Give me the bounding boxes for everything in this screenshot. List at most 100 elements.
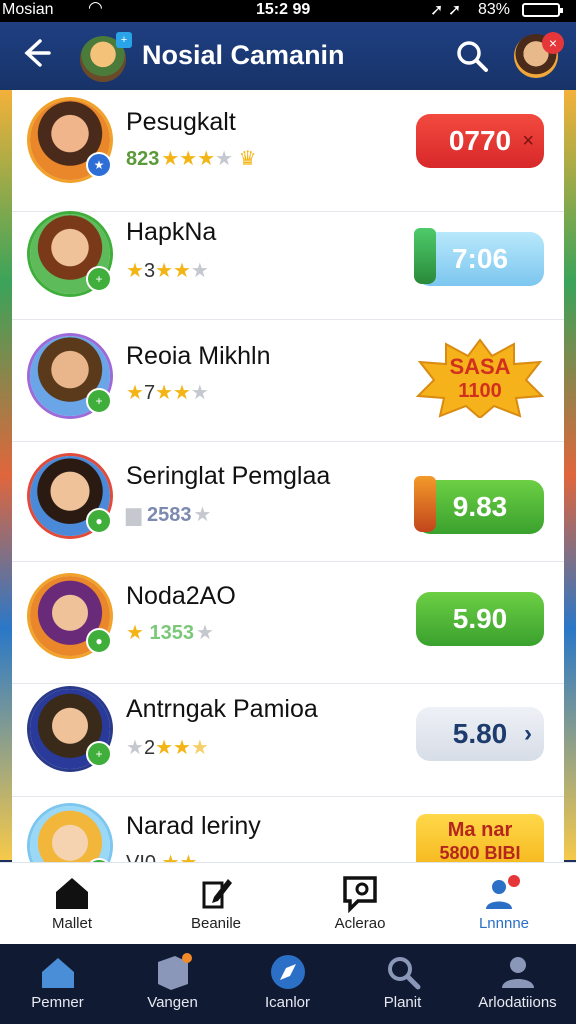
player-avatar[interactable]: + bbox=[30, 689, 112, 769]
player-rating: ★ 1353 ★ bbox=[126, 620, 214, 645]
search-icon[interactable] bbox=[454, 38, 490, 74]
location-icon: ➚ ➚ bbox=[430, 2, 462, 19]
house-icon bbox=[42, 958, 74, 988]
score-value: 5.80 bbox=[452, 718, 508, 749]
score-button[interactable]: 0770 × bbox=[416, 114, 544, 168]
timer-button[interactable]: 7:06 bbox=[414, 228, 544, 286]
star-half-icon: ★ bbox=[190, 737, 209, 759]
tab-home[interactable]: Mallet bbox=[0, 863, 144, 945]
back-arrow-icon[interactable] bbox=[18, 36, 58, 76]
battery-percent: 83% bbox=[478, 1, 511, 18]
star-icon: ★ bbox=[126, 622, 144, 644]
status-dot-icon: ● bbox=[86, 508, 112, 534]
search-icon bbox=[388, 957, 421, 990]
group-tag: + bbox=[116, 32, 132, 48]
tab-edit[interactable]: Beanile bbox=[144, 863, 288, 945]
score-value: 0770 bbox=[448, 125, 512, 156]
player-avatar[interactable]: + bbox=[30, 806, 112, 862]
nav-label: Vangen bbox=[147, 994, 198, 1011]
banner-title: Ma nar bbox=[447, 819, 513, 841]
group-avatar[interactable]: + bbox=[80, 32, 132, 82]
carrier-label: Mosian bbox=[2, 1, 54, 18]
player-name: Seringlat Pemglaa bbox=[126, 462, 331, 490]
player-list: ★ Pesugkalt 823 ★★★★ ♛ 0770 × + HapkNa ★3… bbox=[12, 90, 564, 862]
score-value: 9.83 bbox=[452, 491, 508, 522]
nav-item-home[interactable]: Pemner bbox=[0, 944, 115, 1024]
reward-value: 1100 bbox=[458, 380, 502, 402]
list-item[interactable]: ★ Pesugkalt 823 ★★★★ ♛ 0770 × bbox=[12, 90, 564, 212]
score-value: 5.90 bbox=[452, 603, 508, 634]
chevron-right-icon[interactable]: › bbox=[524, 707, 532, 761]
tab-label: Beanile bbox=[190, 915, 242, 932]
wifi-icon: ◠ bbox=[88, 0, 103, 17]
tab-chat[interactable]: Aclerao bbox=[288, 863, 432, 945]
star-empty-icon: ★ bbox=[196, 622, 214, 644]
player-avatar[interactable]: ★ bbox=[30, 100, 112, 180]
crown-icon: ♛ bbox=[233, 148, 257, 170]
status-dot-icon: ★ bbox=[86, 152, 112, 178]
list-item[interactable]: + Reoia Mikhln ★7★★★ SASA 1100 bbox=[12, 320, 564, 442]
nav-label: Icanlor bbox=[264, 994, 311, 1011]
users-icon bbox=[486, 875, 520, 909]
player-avatar[interactable]: ● bbox=[30, 456, 112, 536]
star-icon: ★★ bbox=[162, 852, 198, 862]
list-item[interactable]: + Narad leriny VI0 ★★ Ma nar 5800 BIBI bbox=[12, 792, 564, 862]
banner-value: 5800 BIBI bbox=[439, 843, 521, 862]
rating-value: 7 bbox=[143, 382, 156, 404]
tab-label: Aclerao bbox=[334, 915, 386, 932]
rating-value: VI0 bbox=[126, 852, 156, 862]
list-item[interactable]: + Antrngak Pamioa ★2★★★ 5.80 › bbox=[12, 675, 564, 797]
star-icon: ★★★ bbox=[161, 148, 216, 170]
score-button[interactable]: 5.90 bbox=[416, 592, 544, 646]
star-icon: ★★ bbox=[155, 260, 191, 282]
player-name: Reoia Mikhln bbox=[126, 342, 271, 370]
rating-value: 2 bbox=[143, 737, 156, 759]
player-avatar[interactable]: + bbox=[30, 214, 112, 294]
nav-item-profile[interactable]: Arlodatiions bbox=[460, 944, 575, 1024]
nav-item-search[interactable]: Planit bbox=[345, 944, 460, 1024]
nav-label: Arlodatiions bbox=[478, 994, 557, 1011]
timer-value: 7:06 bbox=[451, 243, 509, 274]
player-name: Narad leriny bbox=[126, 812, 261, 840]
close-icon[interactable]: × bbox=[522, 114, 534, 168]
reward-badge[interactable]: SASA 1100 bbox=[415, 338, 545, 420]
status-dot-icon: + bbox=[86, 388, 112, 414]
player-avatar[interactable]: + bbox=[30, 336, 112, 416]
list-item[interactable]: ● Noda2AO ★ 1353 ★ 5.90 bbox=[12, 562, 564, 684]
nav-label: Planit bbox=[383, 994, 422, 1011]
rating-value: 3 bbox=[143, 260, 156, 282]
potion-icon bbox=[414, 228, 436, 284]
app-header: + Nosial Camanin × bbox=[0, 22, 576, 90]
shirt-icon: ▆ bbox=[126, 504, 142, 526]
nav-label: Pemner bbox=[31, 994, 84, 1011]
tab-label: Lnnnne bbox=[478, 915, 530, 932]
player-name: Antrngak Pamioa bbox=[126, 695, 318, 723]
notification-badge: × bbox=[542, 32, 564, 54]
player-name: HapkNa bbox=[126, 218, 217, 246]
tab-friends[interactable]: Lnnnne bbox=[432, 863, 576, 945]
star-empty-icon: ★ bbox=[215, 148, 234, 170]
list-item[interactable]: + HapkNa ★3★★★ 7:06 bbox=[12, 198, 564, 320]
score-button[interactable]: 9.83 bbox=[414, 476, 544, 534]
list-item[interactable]: ● Seringlat Pemglaa ▆ 2583 ★ 9.83 bbox=[12, 440, 564, 562]
player-avatar[interactable]: ● bbox=[30, 576, 112, 656]
star-icon: ★ bbox=[126, 382, 144, 404]
status-dot-icon: ● bbox=[86, 628, 112, 654]
background-art-right bbox=[564, 90, 576, 860]
page-title: Nosial Camanin bbox=[142, 40, 345, 70]
player-rating: ★2★★★ bbox=[126, 735, 209, 760]
player-rating: ★7★★★ bbox=[126, 380, 209, 405]
box-icon bbox=[158, 953, 192, 990]
score-button[interactable]: 5.80 › bbox=[416, 707, 544, 761]
rating-value: 2583 bbox=[146, 504, 192, 526]
player-name: Pesugkalt bbox=[126, 108, 236, 136]
nav-item-explore[interactable]: Icanlor bbox=[230, 944, 345, 1024]
nav-item-box[interactable]: Vangen bbox=[115, 944, 230, 1024]
player-rating: 823 ★★★★ ♛ bbox=[126, 146, 257, 171]
reward-banner[interactable]: Ma nar 5800 BIBI bbox=[416, 814, 544, 862]
clock: 15:2 99 bbox=[256, 1, 311, 18]
star-icon: ★ bbox=[126, 260, 144, 282]
profile-avatar[interactable]: × bbox=[514, 32, 564, 78]
status-dot-icon: + bbox=[86, 266, 112, 292]
edit-icon bbox=[202, 879, 232, 909]
